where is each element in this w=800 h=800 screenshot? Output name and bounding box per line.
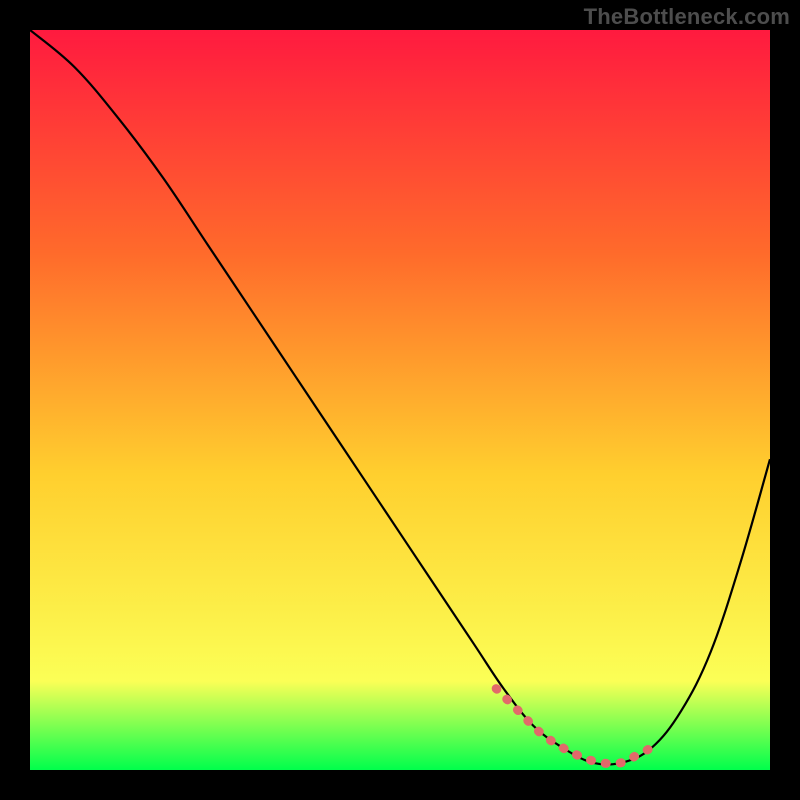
plot-svg	[30, 30, 770, 770]
gradient-background	[30, 30, 770, 770]
watermark-text: TheBottleneck.com	[584, 4, 790, 30]
chart-frame: TheBottleneck.com	[0, 0, 800, 800]
bottleneck-plot	[30, 30, 770, 770]
